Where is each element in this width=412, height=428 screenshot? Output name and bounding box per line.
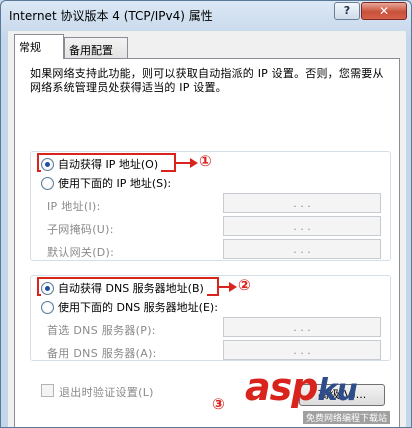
marker-2: ② <box>238 276 251 294</box>
radio-manual-ip[interactable]: 使用下面的 IP 地址(S): <box>41 175 175 191</box>
radio-manual-dns[interactable]: 使用下面的 DNS 服务器地址(E): <box>41 299 221 315</box>
tab-alternate-label: 备用配置 <box>69 44 113 57</box>
watermark-logo-ku: ku <box>317 373 357 408</box>
alternate-dns-value: . . . <box>293 343 311 357</box>
watermark-subtitle: 免费网络编程下载站 <box>303 411 391 424</box>
radio-auto-ip[interactable]: 自动获得 IP 地址(O) <box>41 156 162 172</box>
default-gateway-value: . . . <box>293 242 311 256</box>
alternate-dns-input[interactable]: . . . <box>223 340 381 360</box>
radio-auto-ip-label: 自动获得 IP 地址(O) <box>58 158 159 171</box>
site-watermark: aspku 免费网络编程下载站 <box>233 363 411 427</box>
help-button[interactable]: ? <box>334 2 360 20</box>
title-bar[interactable]: Internet 协议版本 4 (TCP/IPv4) 属性 ? ✕ <box>1 1 411 29</box>
validate-label: 退出时验证设置(L) <box>59 386 154 399</box>
subnet-mask-value: . . . <box>293 219 311 233</box>
tab-alternate-config[interactable]: 备用配置 <box>64 37 128 58</box>
default-gateway-input[interactable]: . . . <box>223 239 381 259</box>
ip-address-label: IP 地址(I): <box>47 200 101 213</box>
watermark-logo-main: asp <box>245 365 318 409</box>
radio-auto-dns-indicator[interactable] <box>41 281 54 295</box>
dialog-window: Internet 协议版本 4 (TCP/IPv4) 属性 ? ✕ 常规 备用配… <box>0 0 412 428</box>
radio-auto-ip-indicator[interactable] <box>41 157 54 171</box>
radio-manual-dns-label: 使用下面的 DNS 服务器地址(E): <box>58 301 218 314</box>
watermark-logo: aspku <box>245 365 358 409</box>
description-text: 如果网络支持此功能，则可以获取自动指派的 IP 设置。否则，您需要从网络系统管理… <box>30 67 384 94</box>
radio-manual-ip-indicator[interactable] <box>41 176 54 190</box>
arrow-head-1 <box>190 158 198 168</box>
ip-address-value: . . . <box>293 196 311 210</box>
preferred-dns-input[interactable]: . . . <box>223 317 381 337</box>
preferred-dns-value: . . . <box>293 320 311 334</box>
marker-3: ③ <box>212 395 225 413</box>
arrow-head-2 <box>229 282 237 292</box>
radio-manual-dns-indicator[interactable] <box>41 300 54 314</box>
validate-checkbox[interactable] <box>41 384 54 397</box>
window-title: Internet 协议版本 4 (TCP/IPv4) 属性 <box>9 9 213 23</box>
subnet-mask-label: 子网掩码(U): <box>47 223 114 236</box>
tab-general-label: 常规 <box>19 41 41 54</box>
radio-manual-ip-label: 使用下面的 IP 地址(S): <box>58 177 172 190</box>
tab-general[interactable]: 常规 <box>14 34 64 59</box>
ip-address-input[interactable]: . . . <box>223 193 381 213</box>
marker-1: ① <box>199 152 212 170</box>
radio-auto-dns-label: 自动获得 DNS 服务器地址(B) <box>58 282 204 295</box>
subnet-mask-input[interactable]: . . . <box>223 216 381 236</box>
close-button[interactable]: ✕ <box>361 2 407 20</box>
preferred-dns-label: 首选 DNS 服务器(P): <box>47 324 156 337</box>
alternate-dns-label: 备用 DNS 服务器(A): <box>47 347 157 360</box>
radio-auto-dns[interactable]: 自动获得 DNS 服务器地址(B) <box>41 280 207 296</box>
default-gateway-label: 默认网关(D): <box>47 246 115 259</box>
